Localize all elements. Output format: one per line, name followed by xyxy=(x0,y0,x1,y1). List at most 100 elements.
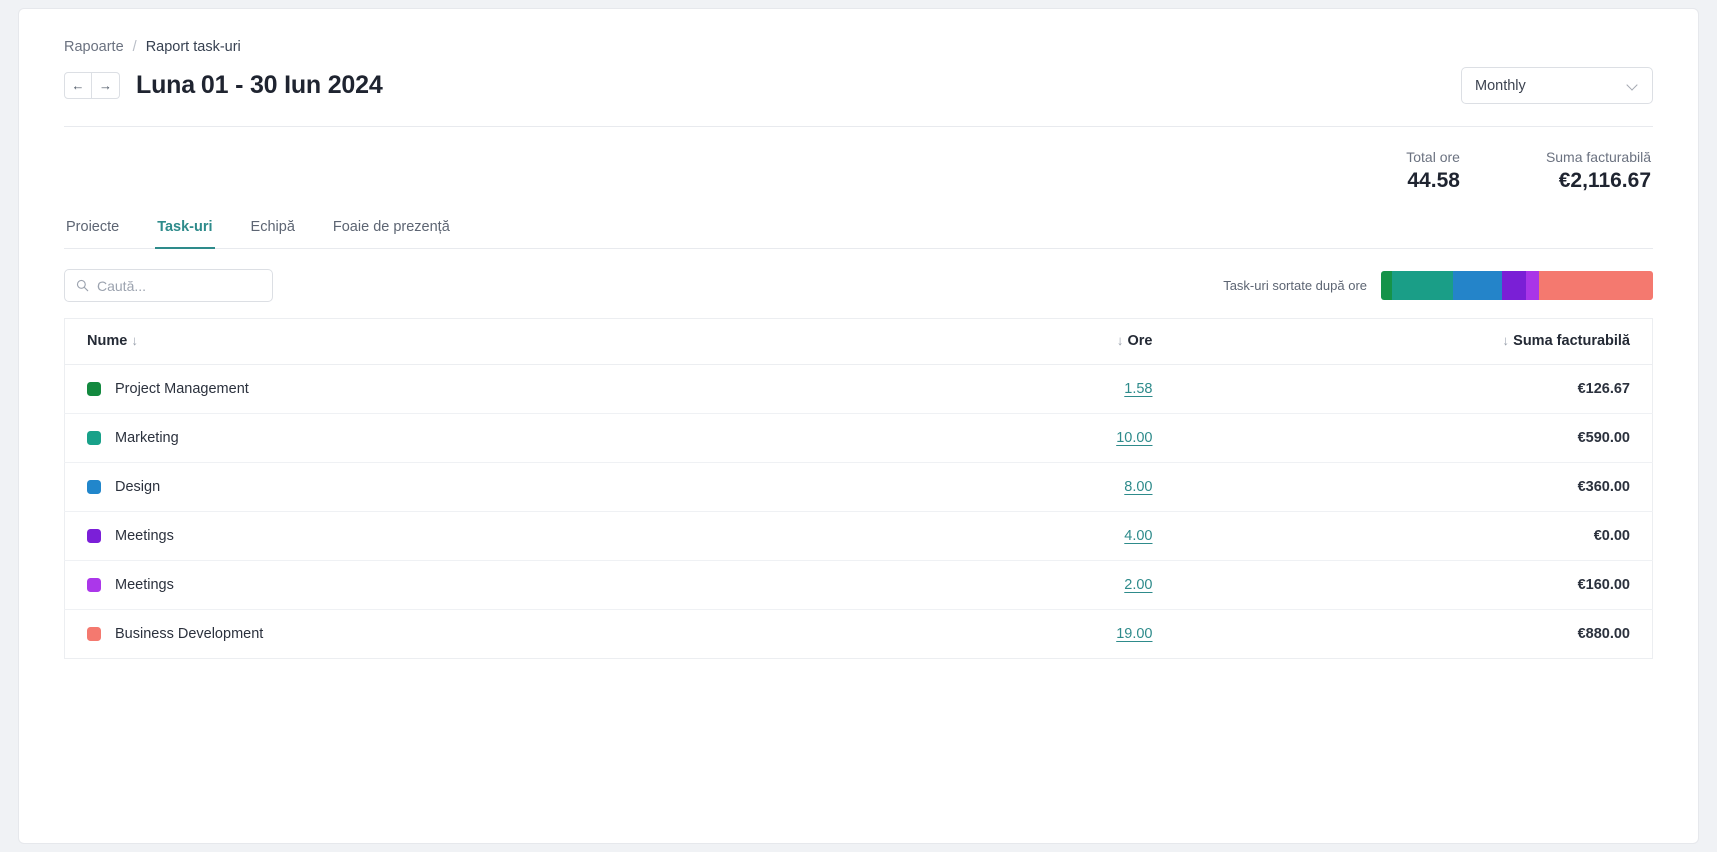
total-hours-box: Total ore 44.58 xyxy=(1406,149,1460,193)
tab-proiecte[interactable]: Proiecte xyxy=(64,219,121,249)
search-box[interactable] xyxy=(64,269,273,302)
total-billable-label: Suma facturabilă xyxy=(1545,149,1651,165)
legend-segment-2 xyxy=(1453,271,1503,300)
page-content: Rapoarte / Raport task-uri ← → Luna 01 - … xyxy=(19,9,1698,659)
total-billable-box: Suma facturabilă €2,116.67 xyxy=(1546,149,1651,193)
column-header-ore-label: Ore xyxy=(1127,333,1153,349)
cell-name: Meetings xyxy=(64,560,713,610)
legend-segment-4 xyxy=(1526,271,1539,300)
cell-hours: 1.58 xyxy=(712,364,1153,414)
tab-foaie-de-prezenta[interactable]: Foaie de prezență xyxy=(331,219,452,249)
cell-hours: 19.00 xyxy=(712,609,1153,659)
hours-link[interactable]: 10.00 xyxy=(1116,430,1152,446)
cell-name: Meetings xyxy=(64,511,713,561)
breadcrumb-link-rapoarte[interactable]: Rapoarte xyxy=(64,39,124,55)
period-select-value: Monthly xyxy=(1475,77,1526,94)
task-name-label: Business Development xyxy=(115,626,264,642)
period-select[interactable]: Monthly xyxy=(1461,67,1653,104)
task-color-swatch-icon xyxy=(87,578,101,592)
legend-group: Task-uri sortate după ore xyxy=(1223,271,1653,300)
legend-segment-0 xyxy=(1381,271,1392,300)
column-header-nume-label: Nume xyxy=(87,333,128,349)
hours-link[interactable]: 4.00 xyxy=(1124,528,1152,544)
page-title: Luna 01 - 30 Iun 2024 xyxy=(136,71,383,100)
cell-name: Marketing xyxy=(64,413,713,463)
table-row: Marketing 10.00 €590.00 xyxy=(64,413,1653,463)
search-input[interactable] xyxy=(97,277,261,294)
name-cell: Marketing xyxy=(87,430,713,446)
cell-hours: 8.00 xyxy=(712,462,1153,512)
task-name-label: Meetings xyxy=(115,528,174,544)
total-hours-value: 44.58 xyxy=(1407,169,1460,192)
cell-name: Project Management xyxy=(64,364,713,414)
hours-link[interactable]: 2.00 xyxy=(1124,577,1152,593)
cell-name: Design xyxy=(64,462,713,512)
cell-billable-amount: €126.67 xyxy=(1152,364,1653,414)
total-billable-value: €2,116.67 xyxy=(1558,169,1651,192)
title-left-group: ← → Luna 01 - 30 Iun 2024 xyxy=(64,71,383,100)
report-tabs: Proiecte Task-uri Echipă Foaie de prezen… xyxy=(64,219,1653,249)
cell-name: Business Development xyxy=(64,609,713,659)
column-header-nume[interactable]: Nume ↓ xyxy=(64,318,713,365)
task-name-label: Project Management xyxy=(115,381,249,397)
tasks-table-header-row: Nume ↓ ↓ Ore ↓ Suma facturabilă xyxy=(64,318,1653,365)
task-color-swatch-icon xyxy=(87,431,101,445)
cell-billable-amount: €590.00 xyxy=(1152,413,1653,463)
legend-segment-3 xyxy=(1502,271,1527,300)
page-title-prefix: Luna xyxy=(136,71,195,99)
tasks-table: Nume ↓ ↓ Ore ↓ Suma facturabilă Project … xyxy=(64,318,1653,659)
sort-arrow-icon: ↓ xyxy=(131,333,139,348)
hours-link[interactable]: 8.00 xyxy=(1124,479,1152,495)
column-header-suma-label: Suma facturabilă xyxy=(1513,333,1630,349)
table-row: Meetings 4.00 €0.00 xyxy=(64,511,1653,561)
task-name-label: Design xyxy=(115,479,161,495)
task-color-swatch-icon xyxy=(87,627,101,641)
table-row: Business Development 19.00 €880.00 xyxy=(64,609,1653,659)
title-row: ← → Luna 01 - 30 Iun 2024 Monthly xyxy=(64,67,1653,127)
table-row: Meetings 2.00 €160.00 xyxy=(64,560,1653,610)
tasks-table-head: Nume ↓ ↓ Ore ↓ Suma facturabilă xyxy=(64,318,1653,365)
cell-billable-amount: €880.00 xyxy=(1152,609,1653,659)
hours-distribution-bar xyxy=(1381,271,1653,300)
legend-label: Task-uri sortate după ore xyxy=(1223,278,1367,293)
tasks-table-body: Project Management 1.58 €126.67 Marketing 10… xyxy=(64,364,1653,659)
name-cell: Meetings xyxy=(87,528,713,544)
totals-summary: Total ore 44.58 Suma facturabilă €2,116.… xyxy=(64,127,1653,193)
hours-link[interactable]: 19.00 xyxy=(1116,626,1152,642)
report-page: Rapoarte / Raport task-uri ← → Luna 01 - … xyxy=(18,8,1699,844)
cell-hours: 4.00 xyxy=(712,511,1153,561)
task-color-swatch-icon xyxy=(87,382,101,396)
hours-link[interactable]: 1.58 xyxy=(1124,381,1152,397)
name-cell: Business Development xyxy=(87,626,713,642)
breadcrumb-separator: / xyxy=(132,39,137,55)
breadcrumb: Rapoarte / Raport task-uri xyxy=(64,39,1653,55)
total-hours-label: Total ore xyxy=(1406,149,1460,165)
cell-hours: 2.00 xyxy=(712,560,1153,610)
previous-period-button[interactable]: ← xyxy=(64,72,92,99)
task-name-label: Meetings xyxy=(115,577,174,593)
sort-arrow-icon: ↓ xyxy=(1502,333,1510,348)
cell-hours: 10.00 xyxy=(712,413,1153,463)
cell-billable-amount: €160.00 xyxy=(1152,560,1653,610)
tab-task-uri[interactable]: Task-uri xyxy=(155,219,215,249)
task-name-label: Marketing xyxy=(115,430,179,446)
column-header-ore[interactable]: ↓ Ore xyxy=(712,318,1153,365)
name-cell: Project Management xyxy=(87,381,713,397)
next-period-button[interactable]: → xyxy=(92,72,120,99)
search-icon xyxy=(76,279,89,292)
column-header-suma-facturabila[interactable]: ↓ Suma facturabilă xyxy=(1152,318,1653,365)
sort-arrow-icon: ↓ xyxy=(1116,333,1124,348)
period-nav-group: ← → xyxy=(64,72,120,99)
cell-billable-amount: €360.00 xyxy=(1152,462,1653,512)
table-row: Project Management 1.58 €126.67 xyxy=(64,364,1653,414)
legend-segment-1 xyxy=(1391,271,1454,300)
legend-segment-5 xyxy=(1538,271,1653,300)
task-color-swatch-icon xyxy=(87,480,101,494)
name-cell: Design xyxy=(87,479,713,495)
chevron-down-icon xyxy=(1628,80,1639,91)
page-title-range: 01 - 30 Iun 2024 xyxy=(200,71,383,99)
name-cell: Meetings xyxy=(87,577,713,593)
table-toolbar: Task-uri sortate după ore xyxy=(64,269,1653,302)
table-row: Design 8.00 €360.00 xyxy=(64,462,1653,512)
tab-echipa[interactable]: Echipă xyxy=(249,219,297,249)
